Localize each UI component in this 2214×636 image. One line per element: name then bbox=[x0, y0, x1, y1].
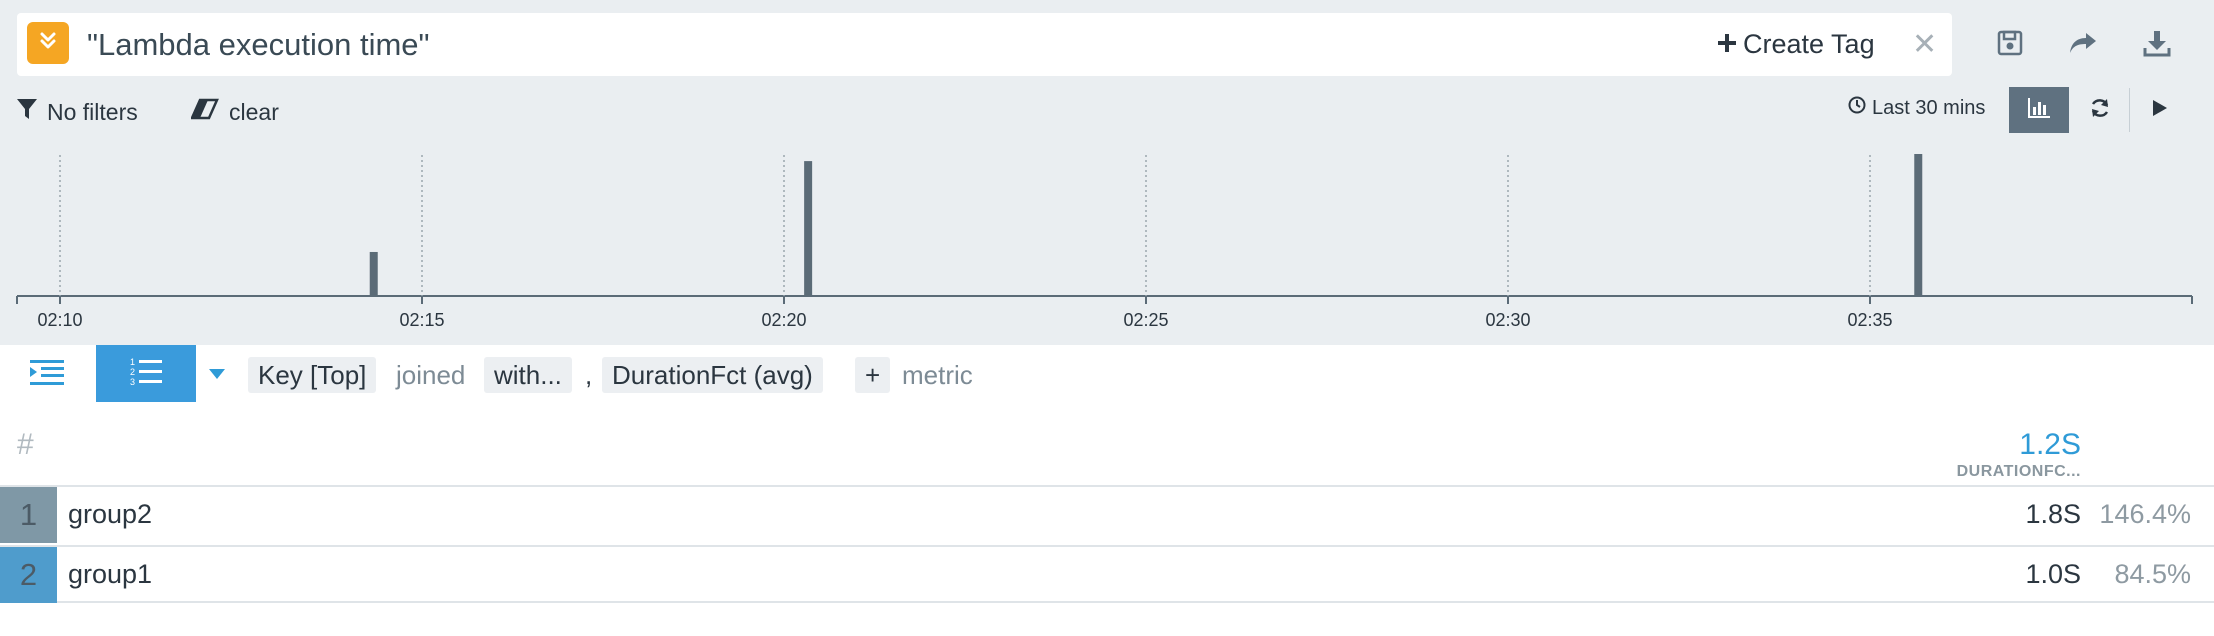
refresh-button[interactable] bbox=[2080, 87, 2120, 133]
rank-badge: 1 bbox=[0, 487, 57, 543]
clear-label: clear bbox=[229, 98, 279, 125]
row-percent: 146.4% bbox=[2099, 499, 2191, 529]
ranked-list-button[interactable]: 1 2 3 bbox=[96, 345, 196, 402]
table-row[interactable]: 2 group1 1.0S 84.5% bbox=[0, 545, 2214, 603]
clear-button[interactable]: clear bbox=[190, 98, 279, 126]
query-bar[interactable]: "Lambda execution time" Create Tag ✕ bbox=[17, 13, 1952, 76]
row-name: group2 bbox=[68, 499, 153, 529]
metric-selector[interactable]: DurationFct (avg) bbox=[602, 357, 823, 393]
numbered-list-icon: 1 2 3 bbox=[130, 356, 162, 391]
x-tick-label: 02:10 bbox=[37, 310, 82, 330]
close-icon[interactable]: ✕ bbox=[1912, 27, 1937, 62]
row-value: 1.0S bbox=[2025, 559, 2081, 589]
toolbar-divider bbox=[2129, 88, 2130, 132]
svg-text:2: 2 bbox=[130, 367, 135, 377]
row-value: 1.8S bbox=[2025, 499, 2081, 529]
caret-down-icon[interactable] bbox=[208, 367, 226, 385]
query-builder: 1 2 3 Key [Top] joined with... , Duratio… bbox=[0, 345, 2214, 405]
time-range-label: Last 30 mins bbox=[1872, 96, 1986, 119]
x-tick-label: 02:30 bbox=[1485, 310, 1530, 330]
time-range-selector[interactable]: Last 30 mins bbox=[1848, 96, 1985, 120]
refresh-icon bbox=[2089, 97, 2111, 124]
play-icon bbox=[2152, 99, 2168, 122]
histogram-bar[interactable] bbox=[369, 251, 378, 296]
eraser-icon bbox=[190, 98, 219, 126]
filters-button[interactable]: No filters bbox=[17, 98, 138, 126]
collapse-button[interactable] bbox=[27, 22, 69, 64]
double-chevron-down-icon bbox=[37, 30, 59, 57]
svg-text:3: 3 bbox=[130, 377, 135, 386]
comma-separator: , bbox=[585, 360, 593, 390]
filter-icon bbox=[17, 98, 37, 126]
row-name: group1 bbox=[68, 559, 153, 589]
key-selector[interactable]: Key [Top] bbox=[248, 357, 377, 393]
metric-total: 1.2S bbox=[2019, 428, 2081, 461]
bar-chart-icon bbox=[2027, 97, 2051, 124]
histogram-toggle-button[interactable] bbox=[2009, 87, 2069, 133]
histogram-bar[interactable] bbox=[804, 161, 813, 296]
plus-icon bbox=[1717, 29, 1737, 60]
table-row[interactable]: 1 group2 1.8S 146.4% bbox=[0, 485, 2214, 543]
add-metric-button[interactable]: + bbox=[855, 357, 891, 393]
no-filters-label: No filters bbox=[47, 98, 138, 125]
indent-list-icon[interactable] bbox=[30, 358, 64, 393]
create-tag-label: Create Tag bbox=[1743, 29, 1875, 59]
svg-text:1: 1 bbox=[130, 357, 135, 367]
join-selector[interactable]: with... bbox=[484, 357, 572, 393]
create-tag-button[interactable]: Create Tag bbox=[1717, 29, 1875, 60]
rank-column-header: # bbox=[17, 428, 34, 461]
histogram-bar[interactable] bbox=[1914, 154, 1923, 296]
x-tick-label: 02:20 bbox=[761, 310, 806, 330]
x-tick-label: 02:15 bbox=[399, 310, 444, 330]
share-icon[interactable] bbox=[2066, 26, 2100, 60]
query-panel: "Lambda execution time" Create Tag ✕ No … bbox=[0, 0, 2214, 345]
rank-badge: 2 bbox=[0, 547, 57, 603]
query-title[interactable]: "Lambda execution time" bbox=[87, 27, 430, 63]
play-button[interactable] bbox=[2142, 87, 2178, 133]
histogram-chart[interactable]: 02:10 02:15 02:20 02:25 02:30 02:35 bbox=[0, 140, 2214, 340]
x-tick-label: 02:25 bbox=[1123, 310, 1168, 330]
clock-icon bbox=[1848, 96, 1866, 120]
x-tick-label: 02:35 bbox=[1847, 310, 1892, 330]
metric-column-header[interactable]: DURATIONFC... bbox=[1957, 463, 2081, 481]
joined-label: joined bbox=[396, 360, 466, 390]
download-icon[interactable] bbox=[2140, 26, 2174, 60]
row-percent: 84.5% bbox=[2114, 559, 2191, 589]
metric-label: metric bbox=[902, 360, 973, 390]
save-icon[interactable] bbox=[1993, 26, 2027, 60]
